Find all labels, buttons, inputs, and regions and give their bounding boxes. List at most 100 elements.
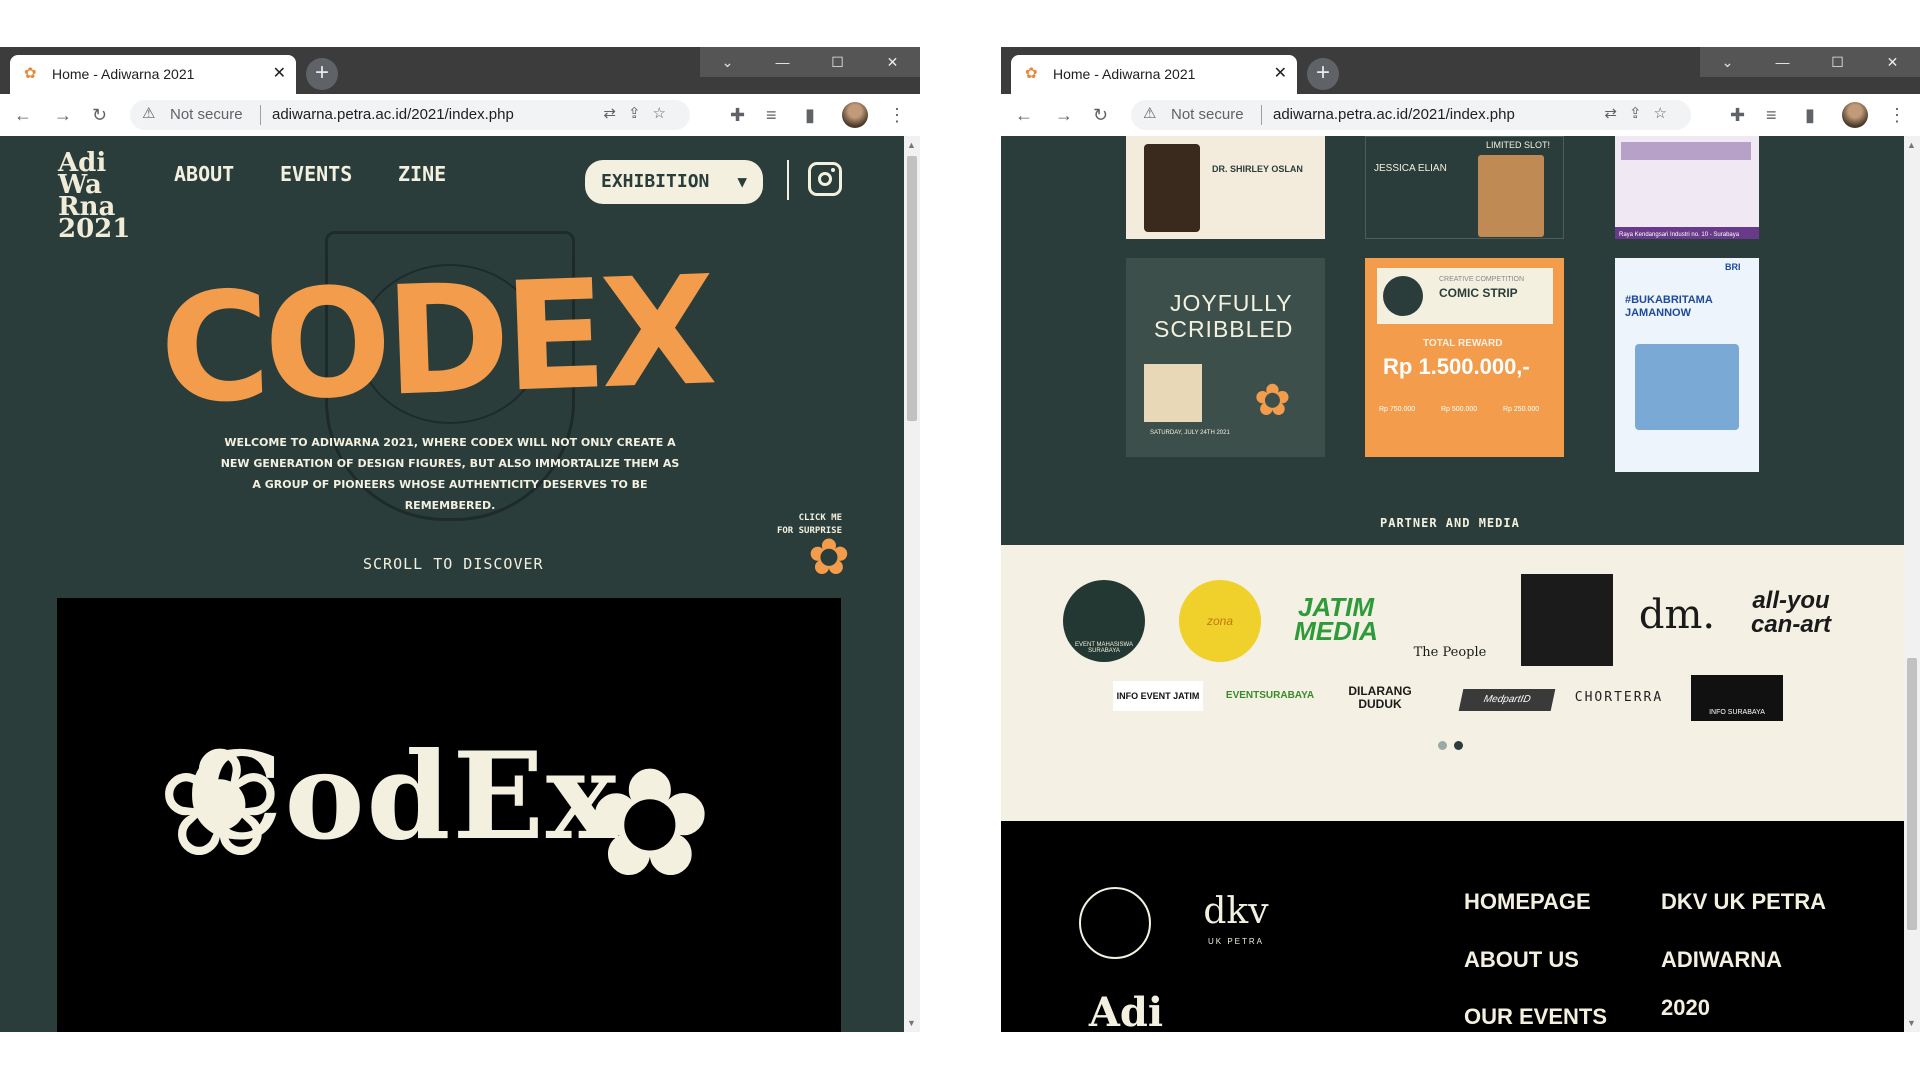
partner-logo[interactable]: The People <box>1409 645 1491 660</box>
partner-logo[interactable]: JATIM MEDIA <box>1291 594 1381 644</box>
scroll-thumb[interactable] <box>1907 658 1917 930</box>
nav-events[interactable]: EVENTS <box>280 162 352 186</box>
partner-logo[interactable]: EVENTSURABAYA <box>1225 690 1315 701</box>
maximize-button[interactable]: ☐ <box>1810 47 1865 77</box>
close-window-button[interactable]: ✕ <box>865 47 920 77</box>
scroll-down-icon[interactable]: ▼ <box>907 1018 916 1028</box>
joyfully-scribbled-poster[interactable]: JOYFULLY SCRIBBLED ✿ SATURDAY, JULY 24TH… <box>1126 258 1325 457</box>
product-image <box>1621 142 1751 160</box>
favicon-icon: ✿ <box>1025 65 1038 82</box>
new-tab-button[interactable]: + <box>1307 58 1339 90</box>
extensions-icon[interactable]: ✚ <box>730 103 745 127</box>
menu-icon[interactable]: ⋮ <box>1888 103 1906 127</box>
exhibition-button[interactable]: EXHIBITION ▼ <box>585 160 763 204</box>
partner-logo[interactable] <box>1521 574 1613 666</box>
poster-title-2: SCRIBBLED <box>1154 316 1294 342</box>
sidepanel-icon[interactable]: ▮ <box>1805 103 1815 127</box>
scroll-down-icon[interactable]: ▼ <box>1907 1018 1916 1028</box>
partner-title: PARTNER AND MEDIA <box>1380 516 1520 530</box>
new-tab-button[interactable]: + <box>306 58 338 90</box>
prize-3: Rp 250.000 <box>1503 406 1540 413</box>
poster-date: SATURDAY, JULY 24TH 2021 <box>1150 430 1230 436</box>
carousel-dot-active[interactable] <box>1454 741 1463 750</box>
comic-strip-poster[interactable]: CREATIVE COMPETITION COMIC STRIP TOTAL R… <box>1365 258 1564 457</box>
forward-icon[interactable]: → <box>1055 103 1073 127</box>
sketchbook-image <box>1144 364 1202 422</box>
partner-logo[interactable]: EVENT MAHASISWA SURABAYA <box>1063 580 1145 662</box>
footer-our-events[interactable]: OUR EVENTS <box>1464 1004 1607 1030</box>
tab-title: Home - Adiwarna 2021 <box>52 66 195 82</box>
scroll-up-icon[interactable]: ▲ <box>1907 140 1916 150</box>
address-actions-icon[interactable]: ⇄⇪☆ <box>603 104 678 122</box>
prize-1: Rp 750.000 <box>1379 406 1416 413</box>
profile-avatar[interactable] <box>1842 102 1868 128</box>
dkv-logo[interactable]: dkv <box>1201 893 1271 931</box>
address-bar[interactable]: ⚠ Not secure adiwarna.petra.ac.id/2021/i… <box>1131 100 1691 130</box>
address-actions-icon[interactable]: ⇄⇪☆ <box>1604 104 1679 122</box>
speaker-poster[interactable]: LIMITED SLOT! JESSICA ELIAN <box>1365 136 1564 239</box>
back-icon[interactable]: ← <box>14 103 32 127</box>
partner-logo[interactable]: MedpartID <box>1458 689 1556 711</box>
reload-icon[interactable]: ↻ <box>92 103 107 127</box>
browser-tab[interactable]: ✿ Home - Adiwarna 2021 ✕ <box>10 55 296 94</box>
tab-search-button[interactable]: ⌄ <box>700 47 755 77</box>
url-text[interactable]: adiwarna.petra.ac.id/2021/index.php <box>1273 106 1515 123</box>
instagram-icon[interactable] <box>808 162 842 196</box>
close-tab-icon[interactable]: ✕ <box>273 63 286 83</box>
favicon-icon: ✿ <box>24 65 37 82</box>
not-secure-label: Not secure <box>1171 106 1244 123</box>
reload-icon[interactable]: ↻ <box>1093 103 1108 127</box>
speaker-poster[interactable]: DR. SHIRLEY OSLAN <box>1126 136 1325 239</box>
media-icon[interactable]: ≡ <box>766 103 777 127</box>
scrollbar[interactable]: ▲ ▼ <box>904 136 920 1032</box>
partner-logo[interactable]: all-you can-art <box>1741 589 1841 637</box>
adiwarna-logo[interactable]: Adi Wa Rna 2021 <box>58 150 130 242</box>
tab-search-button[interactable]: ⌄ <box>1700 47 1755 77</box>
partner-logo[interactable]: dm. <box>1631 593 1723 637</box>
footer-dkv[interactable]: DKV UK PETRA <box>1661 889 1826 915</box>
bri-brand: BRI <box>1725 262 1741 272</box>
scrollbar[interactable]: ▲ ▼ <box>1904 136 1920 1032</box>
nav-zine[interactable]: ZINE <box>398 162 446 186</box>
poster-title-1: JOYFULLY <box>1170 290 1293 316</box>
flower-icon[interactable]: ✿ <box>808 532 850 582</box>
menu-icon[interactable]: ⋮ <box>888 103 906 127</box>
footer-2020[interactable]: 2020 <box>1661 995 1710 1021</box>
partner-logo[interactable]: INFO SURABAYA <box>1691 675 1783 721</box>
scroll-to-discover[interactable]: SCROLL TO DISCOVER <box>363 555 544 573</box>
forward-icon[interactable]: → <box>54 103 72 127</box>
close-window-button[interactable]: ✕ <box>1865 47 1920 77</box>
partner-logo[interactable]: CHORTERRA <box>1569 690 1669 705</box>
browser-tab[interactable]: ✿ Home - Adiwarna 2021 ✕ <box>1011 55 1297 94</box>
carousel-dot[interactable] <box>1438 741 1447 750</box>
scroll-up-icon[interactable]: ▲ <box>907 140 916 150</box>
intro-video[interactable]: ❀ ✿ CodEx <box>57 598 841 1032</box>
sponsor-poster[interactable]: Raya Kendangsari Industri no. 10 - Surab… <box>1615 136 1759 239</box>
media-icon[interactable]: ≡ <box>1766 103 1777 127</box>
sidepanel-icon[interactable]: ▮ <box>805 103 815 127</box>
exhibition-label: EXHIBITION <box>601 171 710 192</box>
address-bar[interactable]: ⚠ Not secure adiwarna.petra.ac.id/2021/i… <box>130 100 690 130</box>
title-bar: ✿ Home - Adiwarna 2021 ✕ + ⌄ — ☐ ✕ <box>1001 47 1920 94</box>
comic-icon <box>1383 276 1423 316</box>
scroll-thumb[interactable] <box>907 156 917 421</box>
maximize-button[interactable]: ☐ <box>810 47 865 77</box>
partner-logo[interactable]: INFO EVENT JATIM <box>1113 681 1203 711</box>
partner-logo[interactable]: DILARANG DUDUK <box>1331 685 1429 711</box>
footer-about-us[interactable]: ABOUT US <box>1464 947 1579 973</box>
minimize-button[interactable]: — <box>1755 47 1810 77</box>
bri-poster[interactable]: BRI #BUKABRITAMA JAMANNOW <box>1615 258 1759 472</box>
footer-homepage[interactable]: HOMEPAGE <box>1464 889 1591 915</box>
url-text[interactable]: adiwarna.petra.ac.id/2021/index.php <box>272 106 514 123</box>
not-secure-label: Not secure <box>170 106 243 123</box>
back-icon[interactable]: ← <box>1015 103 1033 127</box>
minimize-button[interactable]: — <box>755 47 810 77</box>
close-tab-icon[interactable]: ✕ <box>1274 63 1287 83</box>
profile-avatar[interactable] <box>842 102 868 128</box>
extensions-icon[interactable]: ✚ <box>1730 103 1745 127</box>
warning-icon: ⚠ <box>142 105 156 122</box>
footer-adiwarna[interactable]: ADIWARNA <box>1661 947 1782 973</box>
partner-logo[interactable]: zona <box>1179 580 1261 662</box>
nav-about[interactable]: ABOUT <box>174 162 234 186</box>
warning-icon: ⚠ <box>1143 105 1157 122</box>
